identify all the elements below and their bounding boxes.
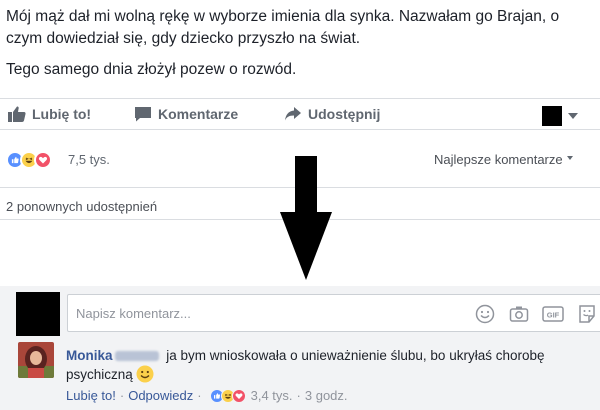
share-button[interactable]: Udostępnij bbox=[284, 99, 380, 129]
speech-bubble-icon bbox=[135, 107, 151, 122]
censored-user-avatar bbox=[16, 292, 60, 336]
comment-reply-link[interactable]: Odpowiedz bbox=[128, 388, 193, 403]
svg-text:GIF: GIF bbox=[547, 311, 560, 320]
comment-reaction-icons[interactable] bbox=[209, 388, 246, 403]
comment-author[interactable]: Monika bbox=[66, 348, 113, 363]
post-actions-bar: Lubię to! Komentarze Udostępnij bbox=[0, 98, 600, 130]
sticker-button[interactable] bbox=[576, 303, 598, 325]
thumbs-up-icon bbox=[8, 106, 26, 122]
censored-avatar bbox=[542, 106, 562, 126]
comment-composer: GIF bbox=[16, 292, 600, 336]
down-arrow-icon bbox=[280, 156, 332, 280]
comment-input-box[interactable]: GIF bbox=[67, 294, 600, 332]
smile-emoji-icon bbox=[136, 365, 154, 383]
share-arrow-icon bbox=[285, 107, 301, 121]
comment-sort-label: Najlepsze komentarze bbox=[434, 152, 563, 167]
like-button[interactable]: Lubię to! bbox=[8, 99, 91, 129]
sticker-icon bbox=[579, 305, 595, 323]
reaction-count[interactable]: 7,5 tys. bbox=[68, 152, 110, 167]
post-text-line2: Tego samego dnia złożył pozew o rozwód. bbox=[6, 61, 297, 78]
love-icon bbox=[34, 151, 52, 169]
post-text: Mój mąż dał mi wolną rękę w wyborze imie… bbox=[6, 6, 596, 81]
comment-input[interactable] bbox=[76, 295, 456, 331]
reaction-icons[interactable] bbox=[6, 151, 52, 169]
photo-upload-button[interactable] bbox=[508, 303, 530, 325]
love-icon bbox=[231, 388, 246, 403]
smiley-icon bbox=[475, 304, 495, 324]
separator-dot: · bbox=[197, 388, 202, 403]
comment-timestamp[interactable]: 3 godz. bbox=[305, 388, 348, 403]
post-text-line1: Mój mąż dał mi wolną rękę w wyborze imie… bbox=[6, 8, 560, 47]
chevron-down-icon bbox=[568, 113, 578, 119]
audience-selector[interactable] bbox=[542, 106, 578, 126]
caret-down-icon bbox=[566, 155, 573, 160]
emoji-picker-button[interactable] bbox=[474, 303, 496, 325]
blurred-surname bbox=[114, 351, 159, 362]
comment-like-link[interactable]: Lubię to! bbox=[66, 388, 116, 403]
gif-button[interactable]: GIF bbox=[542, 303, 564, 325]
comment-reaction-count[interactable]: 3,4 tys. bbox=[251, 388, 293, 403]
like-button-label: Lubię to! bbox=[32, 106, 92, 122]
separator-dot: · bbox=[296, 388, 301, 403]
camera-icon bbox=[509, 306, 529, 322]
comment-body: Monika ja bym wnioskowała o unieważnieni… bbox=[66, 346, 596, 384]
comment-button[interactable]: Komentarze bbox=[134, 99, 238, 129]
comment-sort-dropdown[interactable]: Najlepsze komentarze bbox=[434, 152, 573, 167]
composer-tools: GIF bbox=[462, 303, 598, 325]
comment-button-label: Komentarze bbox=[158, 106, 239, 122]
commenter-avatar[interactable] bbox=[18, 342, 54, 378]
comments-section: GIF bbox=[0, 286, 600, 410]
gif-icon: GIF bbox=[542, 306, 564, 322]
separator-dot: · bbox=[119, 388, 125, 403]
shares-count-link[interactable]: 2 ponownych udostępnień bbox=[6, 199, 157, 214]
share-button-label: Udostępnij bbox=[308, 106, 381, 122]
profile-photo-icon bbox=[18, 342, 54, 378]
comment-meta: Lubię to! · Odpowiedz · 3,4 tys. · 3 god… bbox=[66, 388, 348, 403]
